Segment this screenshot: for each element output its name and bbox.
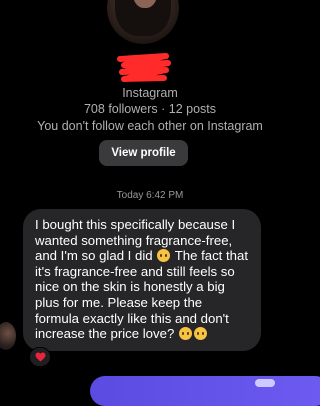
redaction-scribble (117, 53, 171, 82)
message-timestamp: Today 6:42 PM (116, 190, 184, 201)
profile-avatar[interactable] (107, 0, 179, 44)
pleading-face-emoji-icon (193, 327, 207, 341)
platform-label: Instagram (122, 86, 178, 100)
incoming-message-bubble[interactable]: I bought this specifically because I wan… (23, 209, 261, 351)
followers-count: 708 followers · 12 posts (83, 102, 216, 116)
follow-status: You don't follow each other on Instagram (37, 119, 263, 133)
view-profile-button[interactable]: View profile (99, 140, 188, 166)
pleading-face-emoji-icon (178, 327, 192, 341)
heart-reaction[interactable] (29, 347, 51, 367)
heart-icon (35, 352, 45, 362)
outgoing-message-bubble[interactable] (90, 376, 320, 406)
sender-avatar[interactable] (0, 322, 16, 350)
pleading-face-emoji-icon (157, 249, 171, 263)
